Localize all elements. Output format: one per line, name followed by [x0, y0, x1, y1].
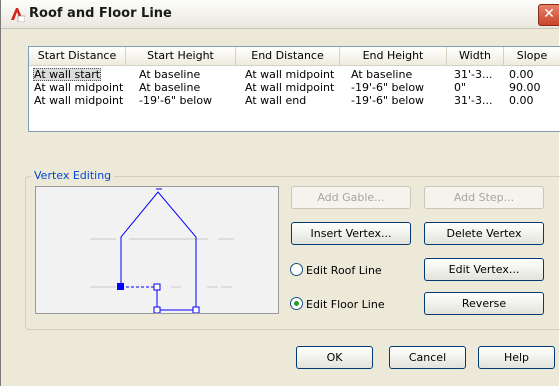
insert-vertex-button[interactable]: Insert Vertex...: [291, 222, 411, 245]
autocad-app-icon: [11, 8, 25, 22]
column-header-end-height[interactable]: End Height: [340, 47, 447, 65]
cell-start-distance: At wall midpoint: [34, 94, 124, 107]
cell-end-height: -19'-6" below: [351, 81, 425, 94]
edit-floor-line-label: Edit Floor Line: [306, 298, 385, 311]
table-row[interactable]: At wall midpoint -19'-6" below At wall e…: [29, 94, 560, 107]
reverse-button[interactable]: Reverse: [424, 292, 544, 315]
cell-start-height: -19'-6" below: [139, 94, 213, 107]
cell-slope: 0.00: [509, 94, 534, 107]
cell-width: 0": [454, 81, 467, 94]
cell-start-distance: At wall midpoint: [34, 81, 124, 94]
vertex-editing-label: Vertex Editing: [31, 169, 115, 182]
cell-slope: 0.00: [509, 68, 534, 81]
cell-width: 31'-3...: [454, 94, 493, 107]
roof-floor-preview: [35, 186, 279, 314]
ok-button[interactable]: OK: [296, 346, 373, 369]
title-bar: Roof and Floor Line ✕: [1, 0, 559, 29]
cell-start-height: At baseline: [139, 81, 201, 94]
edit-floor-line-radio[interactable]: Edit Floor Line: [290, 297, 385, 313]
cell-end-height: -19'-6" below: [351, 94, 425, 107]
table-row[interactable]: At wall midpoint At baseline At wall mid…: [29, 81, 560, 94]
close-button[interactable]: ✕: [538, 4, 559, 26]
edit-roof-line-label: Edit Roof Line: [306, 264, 382, 277]
list-header: Start Distance Start Height End Distance…: [29, 47, 560, 66]
column-header-slope[interactable]: Slope: [504, 47, 560, 65]
preview-drawing: [90, 188, 234, 314]
radio-checked-icon: [290, 297, 303, 310]
segments-list[interactable]: Start Distance Start Height End Distance…: [28, 46, 560, 132]
edit-vertex-button[interactable]: Edit Vertex...: [424, 258, 544, 281]
cell-width: 31'-3...: [454, 68, 493, 81]
radio-unchecked-icon: [290, 263, 303, 276]
add-step-button[interactable]: Add Step...: [424, 186, 544, 209]
cell-end-distance: At wall midpoint: [245, 68, 335, 81]
cell-end-distance: At wall midpoint: [245, 81, 335, 94]
column-header-start-distance[interactable]: Start Distance: [29, 47, 126, 65]
cell-slope: 90.00: [509, 81, 541, 94]
table-row[interactable]: At wall start At baseline At wall midpoi…: [29, 68, 560, 81]
roof-floor-line-dialog: Roof and Floor Line ✕ Start Distance Sta…: [0, 0, 560, 386]
cancel-button[interactable]: Cancel: [389, 346, 466, 369]
column-header-start-height[interactable]: Start Height: [126, 47, 236, 65]
cell-end-distance: At wall end: [245, 94, 307, 107]
cell-start-height: At baseline: [139, 68, 201, 81]
dialog-title: Roof and Floor Line: [29, 6, 172, 21]
add-gable-button[interactable]: Add Gable...: [291, 186, 411, 209]
delete-vertex-button[interactable]: Delete Vertex: [424, 222, 544, 245]
column-header-width[interactable]: Width: [447, 47, 504, 65]
cell-end-height: At baseline: [351, 68, 413, 81]
cell-start-distance: At wall start: [33, 68, 102, 81]
edit-roof-line-radio[interactable]: Edit Roof Line: [290, 263, 382, 279]
help-button[interactable]: Help: [478, 346, 555, 369]
column-header-end-distance[interactable]: End Distance: [236, 47, 340, 65]
